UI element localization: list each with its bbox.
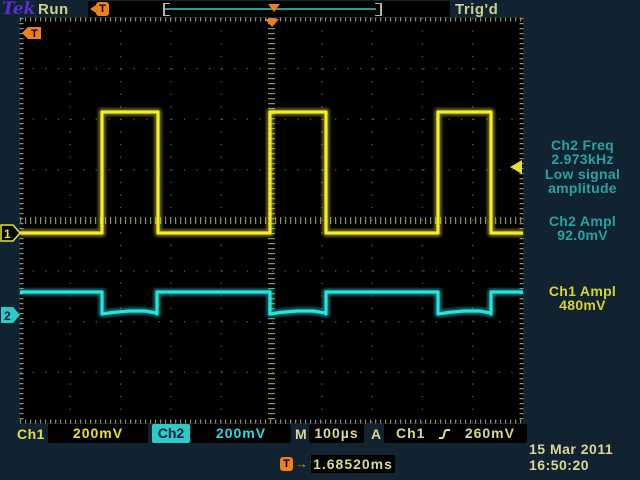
trigger-level: 260mV xyxy=(465,424,515,443)
ch1-ampl-label: Ch1 Ampl xyxy=(525,284,640,298)
ch1-ampl-value: 480mV xyxy=(525,298,640,312)
oscilloscope-screen: T 1 2 Tek Run T Trig'd Ch2 Freq 2.973kHz xyxy=(0,0,640,480)
delay-time-readout: 1.68520ms xyxy=(311,455,395,473)
ch2-ampl-label: Ch2 Ampl xyxy=(525,214,640,228)
ch2-freq-value: 2.973kHz xyxy=(525,152,640,166)
ch1-readout-label: Ch1 xyxy=(17,426,45,442)
measurement-warning-line2: amplitude xyxy=(525,181,640,195)
record-window-bracket-right xyxy=(375,3,382,16)
trigger-t-icon: T xyxy=(96,2,109,16)
acquisition-status: Run xyxy=(38,1,69,18)
ch2-ground-marker: 2 xyxy=(1,307,20,323)
trigger-flag-label: T xyxy=(31,28,38,40)
ch1-scale-readout: 200mV xyxy=(48,424,148,443)
trigger-readout: Ch1 260mV xyxy=(384,424,527,443)
timebase-label: M xyxy=(295,426,307,442)
rising-edge-icon xyxy=(438,427,452,441)
trigger-offscreen-icon: T xyxy=(90,2,109,16)
ch2-marker-label: 2 xyxy=(4,309,11,323)
timebase-readout: 100µs xyxy=(309,424,364,443)
ch2-ampl-value: 92.0mV xyxy=(525,228,640,242)
ch2-freq-label: Ch2 Freq xyxy=(525,138,640,152)
record-view-bar: T xyxy=(88,1,450,17)
delay-t-icon: T xyxy=(280,457,293,471)
ch1-ground-marker: 1 xyxy=(1,225,20,241)
right-arrow-icon: → xyxy=(295,457,308,471)
time-readout: 16:50:20 xyxy=(529,457,589,473)
measurement-warning-line1: Low signal xyxy=(525,167,640,181)
ch2-scale-readout: 200mV xyxy=(191,424,291,443)
ch2-readout-label: Ch2 xyxy=(152,424,190,443)
record-trigger-marker-icon xyxy=(268,4,280,12)
trigger-status: Trig'd xyxy=(455,1,498,18)
trigger-source: Ch1 xyxy=(396,424,425,443)
tek-logo: Tek xyxy=(2,0,35,19)
ch1-marker-label: 1 xyxy=(4,227,11,241)
date-readout: 15 Mar 2011 xyxy=(529,441,613,457)
trigger-mode-label: A xyxy=(371,426,382,442)
